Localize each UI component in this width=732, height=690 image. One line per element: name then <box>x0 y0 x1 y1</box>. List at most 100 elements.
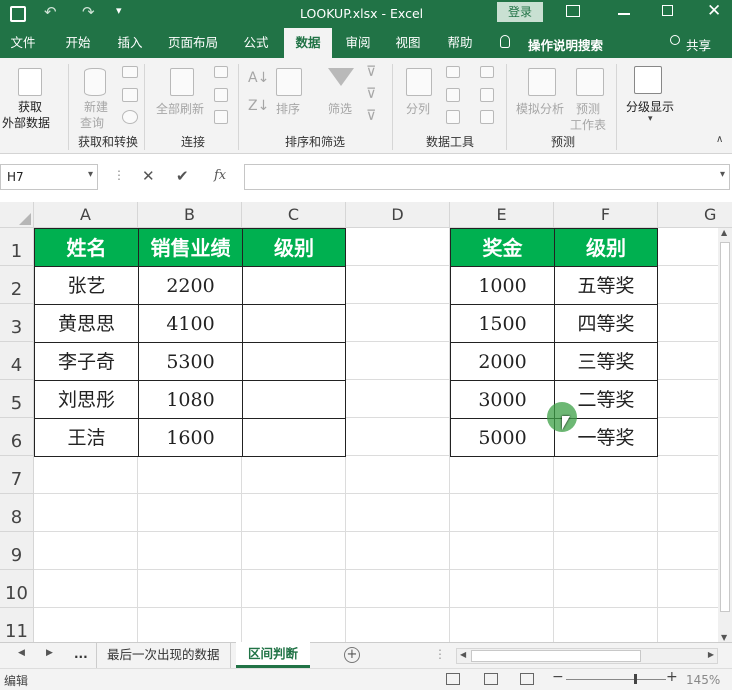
tab-review[interactable]: 审阅 <box>336 28 380 58</box>
header-sales[interactable]: 销售业绩 <box>138 228 243 267</box>
cell-a5[interactable]: 刘思彤 <box>34 380 139 419</box>
normal-view-icon[interactable] <box>446 673 460 685</box>
row-header-9[interactable]: 9 <box>0 532 34 570</box>
cell-b5[interactable]: 1080 <box>138 380 243 419</box>
column-header-g[interactable]: G <box>658 202 732 228</box>
tab-scroll-left-icon[interactable]: ◀ <box>18 648 25 658</box>
recent-sources-icon[interactable] <box>122 110 138 124</box>
filter-button[interactable]: 筛选 <box>322 62 362 130</box>
cell-c4[interactable] <box>242 342 346 381</box>
refresh-all-button[interactable]: 全部刷新 <box>152 62 212 130</box>
row-header-8[interactable]: 8 <box>0 494 34 532</box>
new-query-button[interactable]: 新建 查询 <box>72 62 120 130</box>
row-header-2[interactable]: 2 <box>0 266 34 304</box>
cell-e6[interactable]: 5000 <box>450 418 555 457</box>
new-sheet-icon[interactable]: + <box>344 647 360 663</box>
sheet-tab-last-occurrence[interactable]: 最后一次出现的数据 <box>96 643 231 668</box>
page-break-view-icon[interactable] <box>520 673 534 685</box>
cell-f3[interactable]: 四等奖 <box>554 304 658 343</box>
row-header-6[interactable]: 6 <box>0 418 34 456</box>
tab-scroll-right-icon[interactable]: ▶ <box>46 648 53 658</box>
insert-function-icon[interactable]: fx <box>214 168 226 183</box>
sort-desc-icon[interactable]: Z↓ <box>248 98 269 114</box>
cell-e5[interactable]: 3000 <box>450 380 555 419</box>
cell-f4[interactable]: 三等奖 <box>554 342 658 381</box>
page-layout-view-icon[interactable] <box>484 673 498 685</box>
cell-c3[interactable] <box>242 304 346 343</box>
row-header-4[interactable]: 4 <box>0 342 34 380</box>
cell-a4[interactable]: 李子奇 <box>34 342 139 381</box>
column-header-b[interactable]: B <box>138 202 242 228</box>
horizontal-scrollbar[interactable]: ◀ ▶ <box>456 648 718 664</box>
edit-links-icon[interactable] <box>214 110 228 124</box>
cell-a3[interactable]: 黄思思 <box>34 304 139 343</box>
get-external-data-button[interactable]: 获取 外部数据 <box>2 62 62 130</box>
more-sheets[interactable]: ... <box>74 647 88 661</box>
login-button[interactable]: 登录 <box>497 2 543 22</box>
properties-icon[interactable] <box>214 88 228 102</box>
column-header-c[interactable]: C <box>242 202 346 228</box>
data-validation-icon[interactable] <box>446 110 460 124</box>
select-all-corner[interactable] <box>0 202 34 228</box>
minimize-icon[interactable] <box>618 13 630 15</box>
zoom-slider[interactable] <box>566 674 666 684</box>
ribbon-display-icon[interactable] <box>566 5 580 17</box>
collapse-ribbon-icon[interactable]: ∧ <box>716 134 723 145</box>
formula-bar-options-icon[interactable]: ⋮ <box>113 168 125 182</box>
connections-icon[interactable] <box>214 66 228 78</box>
sheet-tab-range-judge[interactable]: 区间判断 <box>236 642 311 668</box>
tab-view[interactable]: 视图 <box>386 28 430 58</box>
cell-b2[interactable]: 2200 <box>138 266 243 305</box>
tab-help[interactable]: 帮助 <box>438 28 482 58</box>
enter-check-icon[interactable]: ✔ <box>176 167 189 185</box>
expand-formula-icon[interactable]: ▾ <box>720 169 725 180</box>
customize-qat-icon[interactable]: ▾ <box>116 4 122 17</box>
save-icon[interactable] <box>10 6 26 22</box>
column-header-a[interactable]: A <box>34 202 138 228</box>
zoom-level[interactable]: 145% <box>686 673 720 687</box>
header-name[interactable]: 姓名 <box>34 228 139 267</box>
manage-model-icon[interactable] <box>480 110 494 124</box>
header-level-right[interactable]: 级别 <box>554 228 658 267</box>
row-header-1[interactable]: 1 <box>0 228 34 266</box>
scroll-thumb[interactable] <box>720 242 730 612</box>
zoom-in-icon[interactable]: + <box>666 669 678 685</box>
sort-button[interactable]: 排序 <box>272 62 308 130</box>
row-header-5[interactable]: 5 <box>0 380 34 418</box>
show-queries-icon[interactable] <box>122 66 138 78</box>
cell-a2[interactable]: 张艺 <box>34 266 139 305</box>
hscroll-left-icon[interactable]: ◀ <box>460 650 466 659</box>
tab-file[interactable]: 文件 <box>0 28 46 58</box>
header-level[interactable]: 级别 <box>242 228 346 267</box>
row-header-11[interactable]: 11 <box>0 608 34 642</box>
flash-fill-icon[interactable] <box>446 66 460 78</box>
hscroll-right-icon[interactable]: ▶ <box>708 650 714 659</box>
maximize-icon[interactable] <box>662 5 673 16</box>
cell-e2[interactable]: 1000 <box>450 266 555 305</box>
consolidate-icon[interactable] <box>480 66 494 78</box>
forecast-sheet-button[interactable]: 预测 工作表 <box>570 62 610 132</box>
name-box[interactable]: H7 ▾ <box>0 164 98 190</box>
scroll-down-icon[interactable]: ▼ <box>721 633 727 642</box>
cell-b3[interactable]: 4100 <box>138 304 243 343</box>
from-table-icon[interactable] <box>122 88 138 102</box>
cell-e4[interactable]: 2000 <box>450 342 555 381</box>
column-header-d[interactable]: D <box>346 202 450 228</box>
redo-icon[interactable]: ↷ <box>82 3 95 21</box>
tab-insert[interactable]: 插入 <box>108 28 152 58</box>
remove-duplicates-icon[interactable] <box>446 88 460 102</box>
cell-c6[interactable] <box>242 418 346 457</box>
cell-e3[interactable]: 1500 <box>450 304 555 343</box>
cell-b4[interactable]: 5300 <box>138 342 243 381</box>
column-header-f[interactable]: F <box>554 202 658 228</box>
name-box-dropdown-icon[interactable]: ▾ <box>88 169 93 180</box>
share-button[interactable]: 共享 <box>686 35 711 54</box>
cell-c2[interactable] <box>242 266 346 305</box>
zoom-slider-thumb[interactable] <box>634 674 637 684</box>
cancel-entry-icon[interactable]: ✕ <box>142 167 155 185</box>
clear-filter-icon[interactable]: ⊽ <box>366 64 376 80</box>
formula-input[interactable]: ▾ <box>244 164 730 190</box>
tab-data[interactable]: 数据 <box>284 28 332 58</box>
column-header-e[interactable]: E <box>450 202 554 228</box>
reapply-icon[interactable]: ⊽ <box>366 86 376 102</box>
